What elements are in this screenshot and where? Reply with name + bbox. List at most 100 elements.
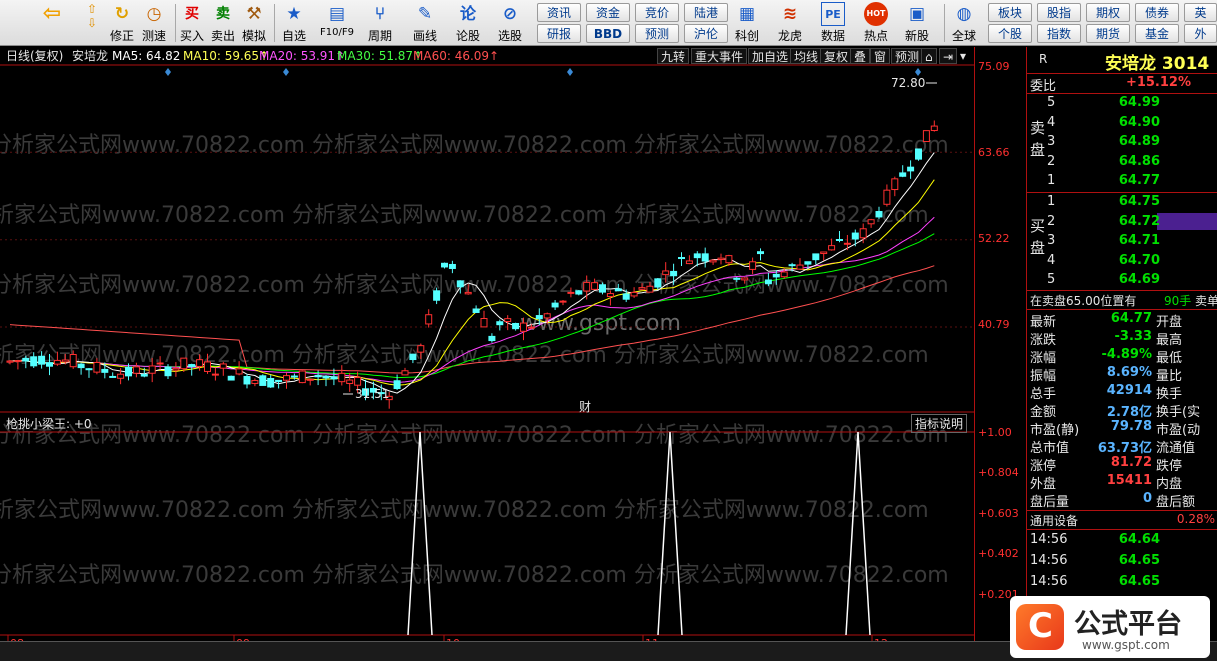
candle-body xyxy=(662,270,670,276)
stat-value: 8.69% xyxy=(1106,365,1152,380)
buy-button[interactable]: 买 买入 xyxy=(180,2,204,44)
fund-button[interactable]: 基金 xyxy=(1135,24,1179,43)
stat-label-2: 内盘 xyxy=(1156,477,1183,492)
auction-button[interactable]: 竞价 xyxy=(635,3,679,22)
stat-label-2: 最低 xyxy=(1156,351,1183,366)
period-label[interactable]: 日线(复权) xyxy=(6,47,63,65)
tab-jiuzhuan[interactable]: 九转 xyxy=(657,48,690,64)
speedtest-button[interactable]: ◷ 测速 xyxy=(142,2,166,44)
dropdown-icon[interactable]: ▾ xyxy=(957,48,969,64)
data-label: 数据 xyxy=(821,29,846,43)
dragon-tiger-button[interactable]: ≋ 龙虎 xyxy=(778,2,802,44)
sell-level-row[interactable]: 4 64.90 xyxy=(1027,115,1217,132)
candle-body xyxy=(425,314,433,325)
level-price: 64.69 xyxy=(1118,272,1160,287)
uk-button[interactable]: 英 xyxy=(1184,3,1217,22)
buy-level-row[interactable]: 2 64.72 xyxy=(1027,214,1217,231)
simulate-button[interactable]: ⚒ 模拟 xyxy=(242,2,266,44)
candle-body xyxy=(354,377,362,386)
sell-level-row[interactable]: 1 64.77 xyxy=(1027,173,1217,190)
hk-connect-button[interactable]: 陆港 xyxy=(684,3,728,22)
candle-body xyxy=(101,368,109,373)
pencil-icon: ✎ xyxy=(417,3,433,24)
kline-header: 日线(复权) 安培龙 MA5: 64.82 MA10: 59.65↑ MA20:… xyxy=(0,47,1025,65)
buy-level-row[interactable]: 5 64.69 xyxy=(1027,272,1217,289)
candle-body xyxy=(38,355,46,365)
candle-body xyxy=(338,372,346,383)
stat-label-2: 换手 xyxy=(1156,387,1183,402)
forecast-button[interactable]: 预测 xyxy=(635,24,679,43)
funds-button[interactable]: 资金 xyxy=(586,3,630,22)
tab-ma[interactable]: 均线 xyxy=(790,48,823,64)
sector-button[interactable]: 板块 xyxy=(988,3,1032,22)
ipo-button[interactable]: ▣ 新股 xyxy=(905,2,929,44)
hotspot-button[interactable]: HOT 热点 xyxy=(864,2,888,44)
research-button[interactable]: 研报 xyxy=(537,24,581,43)
tab-adjust[interactable]: 复权 xyxy=(820,48,853,64)
options-button[interactable]: 期权 xyxy=(1086,3,1130,22)
bbd-button[interactable]: BBD xyxy=(586,24,630,43)
chart-area[interactable]: 分析家公式网www.70822.com 分析家公式网www.70822.com … xyxy=(0,47,1025,641)
candle-body xyxy=(796,264,804,270)
newstock-icon: ▣ xyxy=(908,3,926,24)
stat-label-2: 量比 xyxy=(1156,369,1183,384)
tab-window[interactable]: 窗 xyxy=(870,48,891,64)
global-button[interactable]: ◍ 全球 xyxy=(952,2,976,44)
buy-level-row[interactable]: 3 64.71 xyxy=(1027,233,1217,250)
fix-button[interactable]: ↻ 修正 xyxy=(110,2,134,44)
level-number: 5 xyxy=(1047,95,1056,110)
candle-body xyxy=(591,282,599,290)
kline-chart[interactable]: 分析家公式网www.70822.com 分析家公式网www.70822.com … xyxy=(0,47,974,641)
sell-level-row[interactable]: 2 64.86 xyxy=(1027,154,1217,171)
scroll-updown-button[interactable]: ⇧ ⇩ xyxy=(82,2,102,44)
ma20-value: MA20: 53.91↑ xyxy=(259,49,346,63)
star-market-button[interactable]: ▦ 科创 xyxy=(735,2,759,44)
sector-name[interactable]: 通用设备 xyxy=(1030,512,1078,529)
draw-button[interactable]: ✎ 画线 xyxy=(413,2,437,44)
weibi-row: 委比 +15.12% xyxy=(1027,75,1217,94)
indicator-help-button[interactable]: 指标说明 xyxy=(911,414,968,433)
futures-button[interactable]: 期货 xyxy=(1086,24,1130,43)
tab-major-events[interactable]: 重大事件 xyxy=(691,48,748,64)
search-icon: ⊘ xyxy=(502,3,518,24)
candle-body xyxy=(306,378,314,381)
shanghai-london-button[interactable]: 沪伦 xyxy=(684,24,728,43)
sell-level-row[interactable]: 5 64.99 xyxy=(1027,95,1217,112)
candle-body xyxy=(622,293,630,300)
tab-overlay[interactable]: 叠 xyxy=(850,48,871,64)
stat-label-2: 市盈(动 xyxy=(1156,423,1201,438)
ma60-value: MA60: 46.09↑ xyxy=(413,49,500,63)
dragon-tiger-label: 龙虎 xyxy=(778,29,803,43)
indicator-tick: +0.603 xyxy=(978,507,1019,520)
earnings-event-marker[interactable]: 财 xyxy=(579,398,591,415)
expand-icon[interactable]: ⇥ xyxy=(939,48,958,64)
lock-icon[interactable]: ⌂ xyxy=(921,48,937,64)
index-button[interactable]: 指数 xyxy=(1037,24,1081,43)
tab-forecast[interactable]: 预测 xyxy=(891,48,924,64)
tab-add-watch[interactable]: 加自选 xyxy=(748,48,793,64)
clock-icon: ◷ xyxy=(146,3,162,24)
period-button[interactable]: ⑂ 周期 xyxy=(368,2,392,44)
bonds-button[interactable]: 债券 xyxy=(1135,3,1179,22)
data-button[interactable]: PE 数据 xyxy=(821,2,845,44)
sell-level-row[interactable]: 3 64.89 xyxy=(1027,134,1217,151)
stock-button[interactable]: 个股 xyxy=(988,24,1032,43)
candle-body xyxy=(409,353,417,361)
candle-body xyxy=(235,368,243,375)
news-button[interactable]: 资讯 xyxy=(537,3,581,22)
sell-button[interactable]: 卖 卖出 xyxy=(211,2,235,44)
f10-button[interactable]: ▤ F10/F9 xyxy=(320,2,354,44)
index-futures-button[interactable]: 股指 xyxy=(1037,3,1081,22)
forex-button[interactable]: 外 xyxy=(1184,24,1217,43)
global-label: 全球 xyxy=(952,29,977,43)
stat-label-2: 开盘 xyxy=(1156,315,1183,330)
candle-body xyxy=(401,370,409,376)
back-button[interactable]: ⇦ xyxy=(40,2,64,44)
discuss-button[interactable]: 论 论股 xyxy=(456,2,480,44)
sector-row[interactable]: 通用设备 0.28% xyxy=(1027,512,1217,529)
candle-body xyxy=(290,375,298,378)
buy-level-row[interactable]: 4 64.70 xyxy=(1027,253,1217,270)
screener-button[interactable]: ⊘ 选股 xyxy=(498,2,522,44)
watchlist-button[interactable]: ★ 自选 xyxy=(282,2,306,44)
buy-level-row[interactable]: 1 64.75 xyxy=(1027,194,1217,211)
